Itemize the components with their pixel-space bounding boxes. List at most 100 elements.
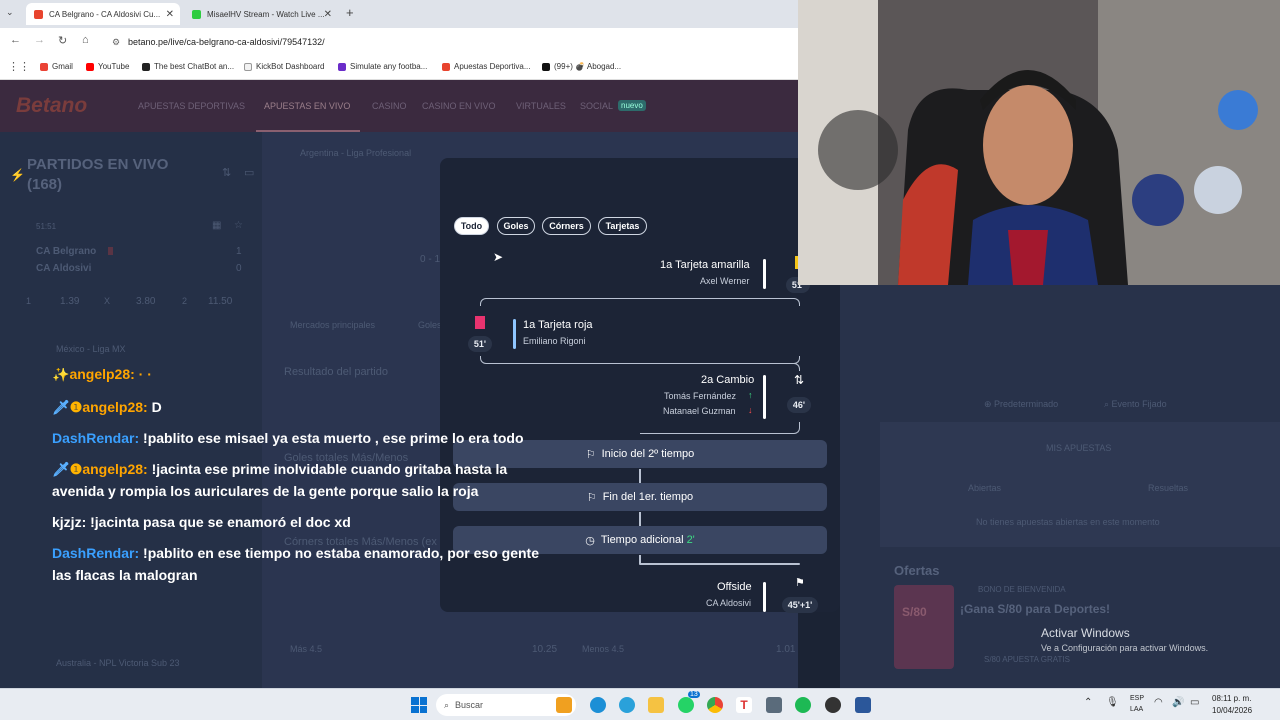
simulate-icon xyxy=(338,62,346,71)
league-mexico[interactable]: México - Liga MX xyxy=(56,344,126,354)
bookmark-tiktok[interactable]: (99+) 💣 Abogad... xyxy=(542,62,621,71)
clock-date[interactable]: 10/04/2026 xyxy=(1212,706,1252,715)
bookmark-youtube[interactable]: YouTube xyxy=(86,62,129,71)
filter-goles[interactable]: Goles xyxy=(497,217,535,235)
team2-name[interactable]: CA Aldosivi xyxy=(36,263,91,274)
wifi-icon[interactable]: ◠ xyxy=(1154,697,1163,708)
bookmark-apuestas[interactable]: Apuestas Deportiva... xyxy=(442,62,530,71)
odds-value-x[interactable]: 3.80 xyxy=(136,296,155,307)
tab-resueltas[interactable]: Resueltas xyxy=(1148,483,1188,493)
predeterminado-button[interactable]: ⊕ Predeterminado xyxy=(984,399,1058,410)
tray-chevron-icon[interactable]: ⌃ xyxy=(1084,697,1092,708)
volume-icon[interactable]: 🔊 xyxy=(1172,697,1184,708)
tab-list-chevron-icon[interactable]: ⌄ xyxy=(6,7,14,18)
mas-label[interactable]: Más 4.5 xyxy=(290,644,322,654)
event-bar xyxy=(763,582,766,612)
sword-badge-icon: 🗡 xyxy=(52,461,70,477)
clock-time[interactable]: 08:11 p. m. xyxy=(1212,694,1251,703)
filter-corners[interactable]: Córners xyxy=(542,217,591,235)
bookmark-simulate[interactable]: Simulate any footba... xyxy=(338,62,427,71)
market-tab-main[interactable]: Mercados principales xyxy=(290,320,375,330)
substitution-icon: ⇅ xyxy=(794,373,805,387)
whatsapp-icon[interactable] xyxy=(678,697,694,713)
bookmark-gmail[interactable]: Gmail xyxy=(40,62,73,71)
word-icon[interactable] xyxy=(855,697,871,713)
filter-tarjetas[interactable]: Tarjetas xyxy=(598,217,647,235)
site-info-icon[interactable]: ⚙ xyxy=(112,37,120,48)
timeline-connector xyxy=(640,363,800,371)
evento-fijado-button[interactable]: ⌕ Evento Fijado xyxy=(1104,399,1167,410)
league-australia[interactable]: Australia - NPL Victoria Sub 23 xyxy=(56,658,180,668)
kickbot-icon xyxy=(244,62,252,71)
microphone-icon[interactable]: 🎙 xyxy=(1106,697,1119,708)
forward-icon[interactable]: → xyxy=(34,34,45,46)
spotify-icon[interactable] xyxy=(795,697,811,713)
event-sub-title: 2a Cambio xyxy=(701,374,755,386)
menos-label[interactable]: Menos 4.5 xyxy=(582,644,624,654)
chat-user: DashRendar: xyxy=(52,430,140,446)
mouse-cursor-icon: ➤ xyxy=(493,250,504,264)
chat-overlay: 🗡❶angelp28: D DashRendar: !pablito ese m… xyxy=(52,396,552,595)
filter-todo[interactable]: Todo xyxy=(454,217,489,235)
whistle-icon: ⚐ xyxy=(585,448,596,461)
sort-icon[interactable]: ⇅ xyxy=(222,166,231,179)
edge-icon[interactable] xyxy=(590,697,606,713)
nav-virtuales[interactable]: VIRTUALES xyxy=(516,101,566,111)
calculator-icon[interactable] xyxy=(766,697,782,713)
close-tab-icon[interactable]: ✕ xyxy=(324,9,332,20)
bono-image[interactable]: S/80 xyxy=(894,585,954,669)
nav-casino-en-vivo[interactable]: CASINO EN VIVO xyxy=(422,101,496,111)
favorite-star-icon[interactable]: ☆ xyxy=(234,220,243,231)
nav-casino[interactable]: CASINO xyxy=(372,101,407,111)
game-icon[interactable] xyxy=(556,697,572,713)
start-icon[interactable] xyxy=(411,697,427,713)
battery-icon[interactable]: ▭ xyxy=(1190,697,1199,708)
obs-icon[interactable] xyxy=(825,697,841,713)
apps-icon[interactable]: ⋮⋮ xyxy=(8,60,30,73)
windows-taskbar: ⌕ Buscar 13 T ⌃ 🎙 ESP LAA ◠ 🔊 ▭ 08:11 p. … xyxy=(0,688,1280,720)
reload-icon[interactable]: ↻ xyxy=(58,34,67,47)
bookmark-chatbot[interactable]: The best ChatBot an... xyxy=(142,62,234,71)
nav-apuestas-deportivas[interactable]: APUESTAS DEPORTIVAS xyxy=(138,101,245,111)
event-sub-minute: 46' xyxy=(787,397,811,413)
team1-name[interactable]: CA Belgrano xyxy=(36,246,96,257)
tab-belgrano[interactable]: CA Belgrano - CA Aldosivi Cu... ✕ xyxy=(26,3,180,25)
chrome-icon[interactable] xyxy=(707,697,723,713)
tab-stream[interactable]: MisaelHV Stream - Watch Live ... ✕ xyxy=(184,3,338,25)
odds-value-1[interactable]: 1.39 xyxy=(60,296,79,307)
mas-odd[interactable]: 10.25 xyxy=(532,644,557,655)
market-tab-goles[interactable]: Goles xyxy=(418,320,442,330)
home-icon[interactable]: ⌂ xyxy=(82,34,89,46)
stats-icon[interactable]: ▦ xyxy=(212,220,221,231)
lang-top[interactable]: ESP xyxy=(1130,695,1144,702)
event-sub-out: Natanael Guzman xyxy=(663,406,736,416)
lang-bottom[interactable]: LAA xyxy=(1130,706,1143,713)
my-bets-box xyxy=(880,422,1280,547)
event-red-title: 1a Tarjeta roja xyxy=(523,319,593,331)
bono-sub: S/80 APUESTA GRATIS xyxy=(984,655,1070,664)
nav-social[interactable]: SOCIAL xyxy=(580,101,613,111)
address-bar[interactable]: ⚙ betano.pe/live/ca-belgrano-ca-aldosivi… xyxy=(110,32,790,52)
telegram-icon[interactable] xyxy=(619,697,635,713)
timeline-connector xyxy=(639,512,641,526)
search-box[interactable]: ⌕ Buscar xyxy=(436,694,576,716)
arrow-down-icon: ↓ xyxy=(748,405,753,415)
betano-logo[interactable]: Betano xyxy=(16,94,87,118)
nav-apuestas-en-vivo[interactable]: APUESTAS EN VIVO xyxy=(264,101,350,111)
live-count: (168) xyxy=(27,176,63,193)
tv-icon[interactable]: ▭ xyxy=(244,166,254,179)
odds-value-2[interactable]: 11.50 xyxy=(208,296,232,307)
chat-partial-line: ✨angelp28: · · xyxy=(52,368,152,382)
new-tab-button[interactable]: + xyxy=(346,5,354,20)
menos-odd[interactable]: 1.01 xyxy=(776,644,795,655)
back-icon[interactable]: ← xyxy=(10,34,21,46)
streamer-webcam-image xyxy=(798,0,1280,285)
close-tab-icon[interactable]: ✕ xyxy=(166,9,174,20)
sub-badge-icon: ❶ xyxy=(69,399,83,415)
bono-title[interactable]: ¡Gana S/80 para Deportes! xyxy=(960,602,1110,616)
tab-abiertas[interactable]: Abiertas xyxy=(968,483,1001,493)
folder-icon[interactable] xyxy=(648,697,664,713)
bookmark-kickbot[interactable]: KickBot Dashboard xyxy=(244,62,324,71)
typora-icon[interactable]: T xyxy=(736,697,752,713)
nav-new-badge: nuevo xyxy=(618,100,646,111)
